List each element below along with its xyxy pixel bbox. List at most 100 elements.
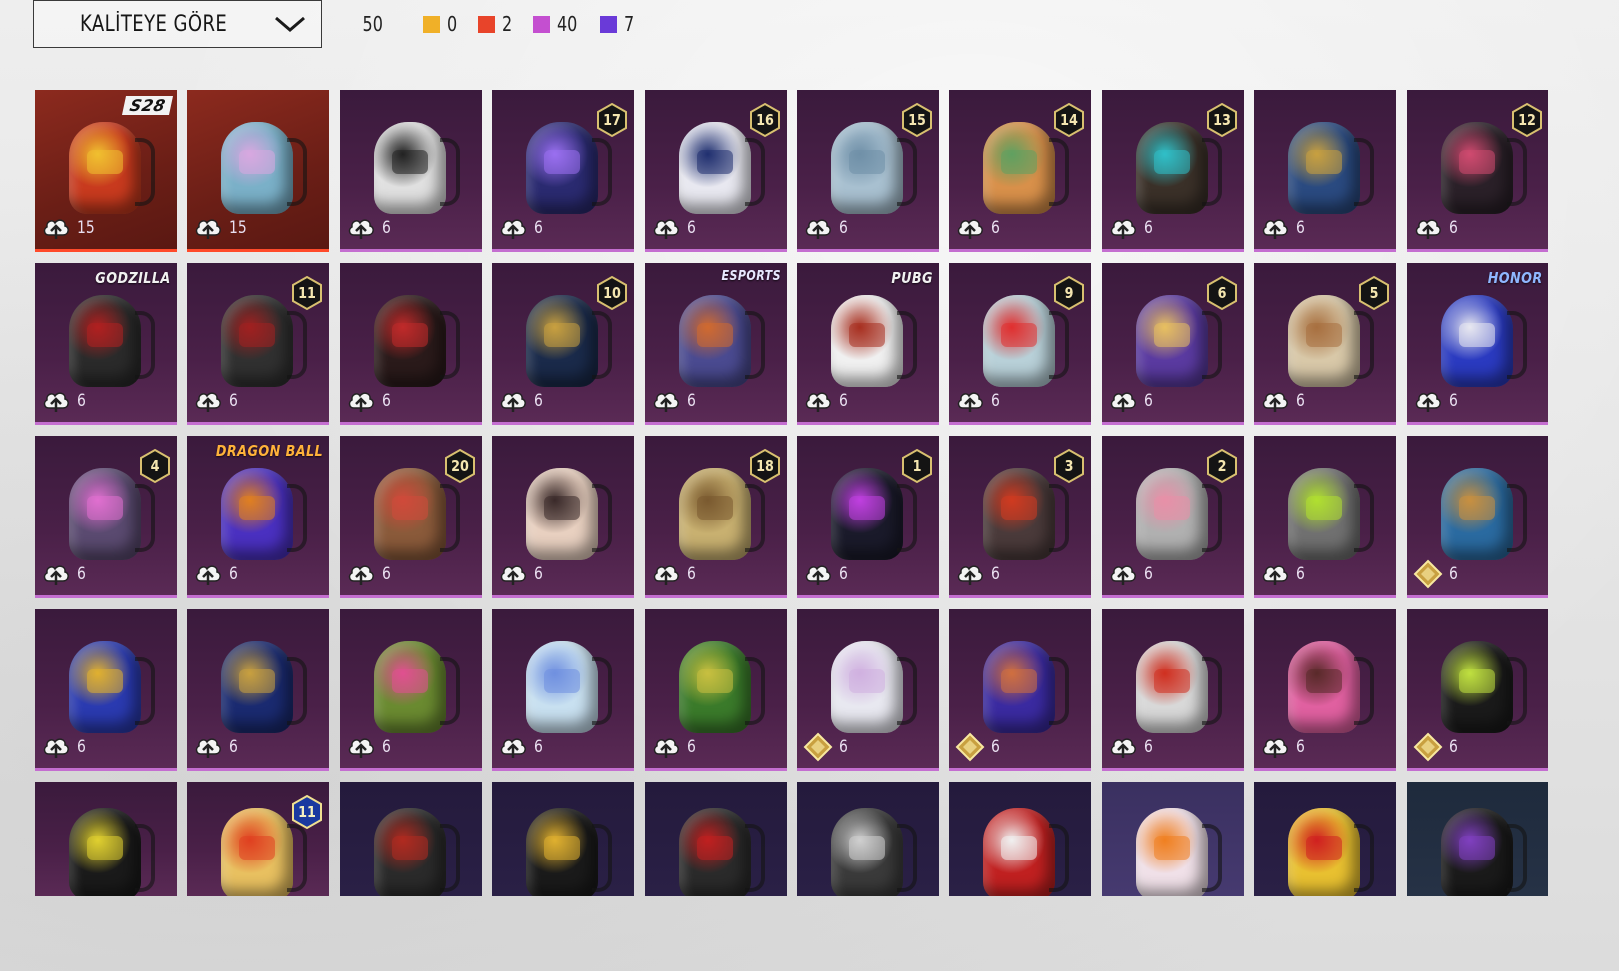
backpack-item[interactable]: GODZILLA 6 [35, 263, 177, 425]
backpack-item[interactable]: ESPORTS 6 [644, 263, 787, 425]
backpack-item[interactable] [492, 782, 635, 896]
upgrade-cloud-icon [348, 565, 374, 585]
backpack-image [1135, 468, 1222, 560]
backpack-item[interactable]: 11 [187, 782, 330, 896]
backpack-item[interactable]: 6 [492, 436, 635, 598]
backpack-item[interactable]: 6 [1254, 609, 1397, 771]
backpack-item[interactable] [35, 782, 177, 896]
upgrade-cloud-icon [1262, 565, 1289, 585]
upgrade-cost: 6 [346, 386, 393, 416]
backpack-item[interactable]: 11 6 [187, 263, 330, 425]
upgrade-cost-value: 6 [686, 737, 696, 757]
backpack-item[interactable]: 6 [339, 609, 482, 771]
upgrade-cost: 6 [346, 213, 393, 243]
upgrade-cloud-icon [653, 392, 679, 412]
backpack-image [1288, 641, 1375, 733]
upgrade-cost-value: 6 [534, 391, 544, 411]
backpack-image [830, 468, 917, 560]
level-value: 13 [1212, 111, 1231, 129]
backpack-item[interactable]: 6 [35, 609, 177, 771]
upgrade-cost-value: 6 [1296, 564, 1306, 584]
backpack-item[interactable] [644, 782, 787, 896]
backpack-item[interactable]: 6 [1254, 436, 1397, 598]
upgrade-cost-value: 6 [229, 737, 239, 757]
quality-count-rare: 7 [600, 12, 637, 36]
backpack-item[interactable]: 6 [187, 609, 330, 771]
upgrade-cost: 15 [41, 213, 99, 243]
backpack-image [1440, 122, 1527, 214]
level-badge: 20 [444, 448, 476, 484]
collab-badge: DRAGON BALL [216, 442, 324, 460]
backpack-item[interactable] [1406, 782, 1548, 896]
backpack-item[interactable]: 15 6 [796, 90, 939, 252]
backpack-item[interactable]: 96 [949, 263, 1092, 425]
sort-dropdown-label: KALİTEYE GÖRE [80, 11, 228, 37]
backpack-image [678, 295, 765, 387]
backpack-item[interactable] [1254, 782, 1397, 896]
quality-swatch [532, 15, 550, 33]
backpack-image [1440, 295, 1527, 387]
backpack-item[interactable]: 6 [1406, 609, 1548, 771]
upgrade-cost-value: 6 [1448, 737, 1458, 757]
level-badge: 3 [1053, 448, 1085, 484]
backpack-item[interactable]: 15 [187, 90, 330, 252]
backpack-item[interactable]: 26 [1101, 436, 1244, 598]
backpack-item[interactable]: 12 6 [1406, 90, 1548, 252]
backpack-item[interactable]: 6 [644, 609, 787, 771]
backpack-item[interactable] [796, 782, 939, 896]
level-value: 10 [603, 284, 622, 302]
backpack-item[interactable]: 13 6 [1101, 90, 1244, 252]
upgrade-cost: 6 [1413, 732, 1460, 762]
backpack-item[interactable]: 46 [35, 436, 177, 598]
level-value: 16 [755, 111, 774, 129]
backpack-item[interactable]: 66 [1101, 263, 1244, 425]
upgrade-cost-value: 6 [1143, 564, 1153, 584]
level-value: 11 [298, 803, 317, 821]
backpack-item[interactable]: 6 [492, 609, 635, 771]
backpack-item[interactable]: HONOR 6 [1406, 263, 1548, 425]
backpack-item[interactable] [339, 782, 482, 896]
upgrade-cloud-icon [500, 219, 527, 239]
backpack-item[interactable]: 6 [796, 609, 939, 771]
backpack-item[interactable]: S28 15 [35, 90, 177, 252]
backpack-item[interactable]: 17 6 [492, 90, 635, 252]
upgrade-cloud-icon [958, 565, 984, 585]
backpack-item[interactable]: 56 [1254, 263, 1397, 425]
upgrade-cost-value: 15 [229, 218, 248, 238]
level-value: 17 [603, 111, 622, 129]
backpack-item[interactable]: PUBG 6 [796, 263, 939, 425]
backpack-image [373, 295, 460, 387]
quality-count-epic: 40 [532, 12, 582, 36]
backpack-item[interactable]: 6 [1406, 436, 1548, 598]
backpack-item[interactable]: 6 [949, 609, 1092, 771]
quality-swatch [600, 15, 618, 33]
backpack-image [373, 468, 460, 560]
backpack-item[interactable]: 14 6 [949, 90, 1092, 252]
upgrade-cloud-icon [1262, 219, 1289, 239]
backpack-item[interactable]: 20 6 [339, 436, 482, 598]
backpack-image [678, 122, 765, 214]
upgrade-cloud-icon [958, 219, 984, 239]
backpack-item[interactable]: DRAGON BALL 6 [187, 436, 330, 598]
backpack-item[interactable] [949, 782, 1092, 896]
level-value: 3 [1064, 457, 1074, 475]
backpack-item[interactable]: 6 [339, 263, 482, 425]
backpack-image [526, 808, 613, 896]
backpack-item[interactable]: 10 6 [492, 263, 635, 425]
backpack-item[interactable]: 36 [949, 436, 1092, 598]
sort-dropdown[interactable]: KALİTEYE GÖRE [33, 0, 322, 48]
backpack-item[interactable] [1101, 782, 1244, 896]
backpack-image [983, 641, 1070, 733]
backpack-image [221, 468, 308, 560]
backpack-item[interactable]: 16 6 [644, 90, 787, 252]
backpack-item[interactable]: 18 6 [644, 436, 787, 598]
level-value: 20 [450, 457, 469, 475]
upgrade-cloud-icon [1110, 738, 1136, 758]
backpack-item[interactable]: 16 [796, 436, 939, 598]
backpack-item[interactable]: 6 [1254, 90, 1397, 252]
collab-badge: ESPORTS [721, 269, 781, 284]
level-badge: 2 [1206, 448, 1238, 484]
backpack-item[interactable]: 6 [339, 90, 482, 252]
backpack-item[interactable]: 6 [1101, 609, 1244, 771]
upgrade-cost: 6 [651, 213, 698, 243]
